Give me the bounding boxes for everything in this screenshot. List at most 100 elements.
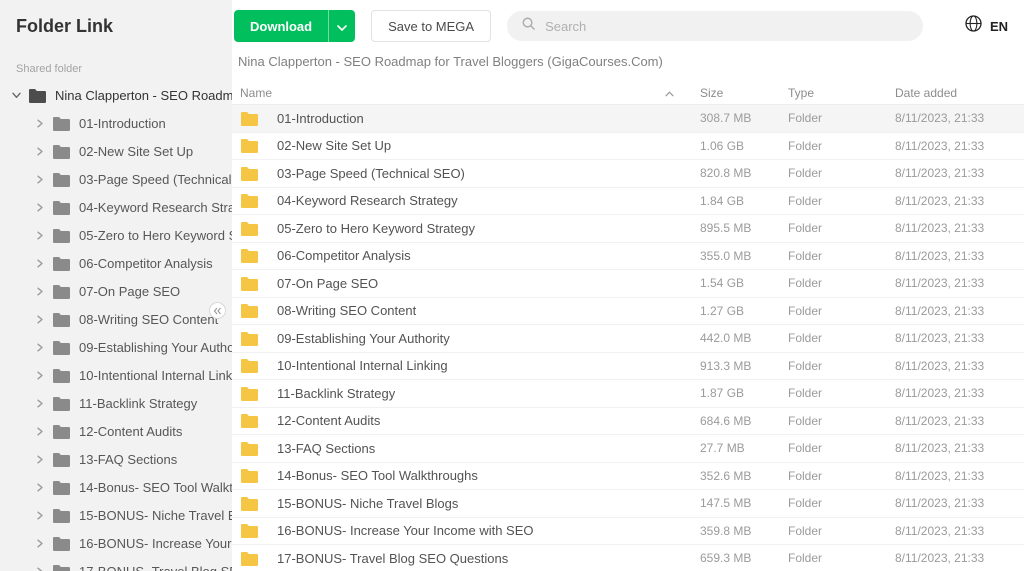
row-size: 1.27 GB — [700, 303, 745, 318]
sidebar-folder-item[interactable]: 12-Content Audits — [0, 417, 232, 445]
sidebar-folder-item[interactable]: 02-New Site Set Up — [0, 137, 232, 165]
row-folder-name[interactable]: 03-Page Speed (Technical SEO) — [277, 166, 465, 181]
table-row[interactable]: 11-Backlink Strategy 1.87 GB Folder 8/11/20… — [232, 380, 1024, 408]
sidebar-folder-item[interactable]: 10-Intentional Internal Linking — [0, 361, 232, 389]
column-header-date[interactable]: Date added — [895, 86, 1024, 100]
row-type: Folder — [788, 551, 823, 566]
row-size: 355.0 MB — [700, 248, 752, 263]
sidebar-folder-item[interactable]: 17-BONUS- Travel Blog SEO Questions — [0, 557, 232, 571]
row-folder-name[interactable]: 07-On Page SEO — [277, 276, 378, 291]
row-folder-name[interactable]: 16-BONUS- Increase Your Income with SEO — [277, 523, 534, 538]
sidebar-collapse-button[interactable] — [209, 302, 226, 319]
language-selector[interactable]: EN — [964, 14, 1008, 38]
sidebar-folder-item[interactable]: 04-Keyword Research Strategy — [0, 193, 232, 221]
sidebar-folder-item[interactable]: 03-Page Speed (Technical SEO) — [0, 165, 232, 193]
chevron-right-icon[interactable] — [36, 483, 52, 492]
table-row[interactable]: 05-Zero to Hero Keyword Strategy 895.5 MB… — [232, 215, 1024, 243]
row-date: 8/11/2023, 21:33 — [895, 358, 985, 373]
table-row[interactable]: 03-Page Speed (Technical SEO) 820.8 MB Fol… — [232, 160, 1024, 188]
row-folder-name[interactable]: 05-Zero to Hero Keyword Strategy — [277, 221, 475, 236]
sidebar-folder-item[interactable]: 09-Establishing Your Authority — [0, 333, 232, 361]
breadcrumb: Nina Clapperton - SEO Roadmap for Travel… — [238, 54, 663, 69]
sidebar-folder-item[interactable]: 16-BONUS- Increase Your Income with SEO — [0, 529, 232, 557]
table-row[interactable]: 07-On Page SEO 1.54 GB Folder 8/11/2023, 21… — [232, 270, 1024, 298]
download-button[interactable]: Download — [234, 10, 329, 42]
row-folder-name[interactable]: 17-BONUS- Travel Blog SEO Questions — [277, 551, 508, 566]
sidebar-folder-item[interactable]: 01-Introduction — [0, 109, 232, 137]
chevron-right-icon[interactable] — [36, 287, 52, 296]
row-folder-name[interactable]: 11-Backlink Strategy — [277, 386, 395, 401]
row-folder-name[interactable]: 12-Content Audits — [277, 413, 380, 428]
row-folder-name[interactable]: 06-Competitor Analysis — [277, 248, 411, 263]
column-header-name[interactable]: Name — [240, 86, 700, 100]
row-folder-name[interactable]: 14-Bonus- SEO Tool Walkthroughs — [277, 468, 478, 483]
row-folder-name[interactable]: 09-Establishing Your Authority — [277, 331, 450, 346]
sidebar-folder-item[interactable]: 13-FAQ Sections — [0, 445, 232, 473]
row-name-cell: 17-BONUS- Travel Blog SEO Questions — [240, 551, 700, 566]
tree-root-folder[interactable]: Nina Clapperton - SEO Roadmap for Travel… — [0, 81, 232, 109]
row-folder-name[interactable]: 04-Keyword Research Strategy — [277, 193, 458, 208]
chevron-right-icon[interactable] — [36, 343, 52, 352]
chevron-right-icon[interactable] — [36, 427, 52, 436]
row-type: Folder — [788, 248, 823, 263]
sidebar-folder-item[interactable]: 05-Zero to Hero Keyword Strategy — [0, 221, 232, 249]
row-name-cell: 02-New Site Set Up — [240, 138, 700, 154]
chevron-down-icon[interactable] — [12, 92, 28, 99]
table-row[interactable]: 06-Competitor Analysis 355.0 MB Folder 8/11… — [232, 243, 1024, 270]
row-name-cell: 08-Writing SEO Content — [240, 303, 700, 319]
save-to-mega-button[interactable]: Save to MEGA — [371, 10, 492, 42]
sidebar-folder-item[interactable]: 08-Writing SEO Content — [0, 305, 232, 333]
chevron-right-icon[interactable] — [36, 455, 52, 464]
table-row[interactable]: 10-Intentional Internal Linking 913.3 MB F… — [232, 353, 1024, 380]
sidebar-folder-label: 14-Bonus- SEO Tool Walkthroughs — [79, 479, 232, 495]
download-options-button[interactable] — [328, 10, 356, 42]
sidebar-folder-item[interactable]: 15-BONUS- Niche Travel Blogs — [0, 501, 232, 529]
row-folder-name[interactable]: 01-Introduction — [277, 111, 364, 126]
table-row[interactable]: 08-Writing SEO Content 1.27 GB Folder 8/11/… — [232, 298, 1024, 325]
row-folder-name[interactable]: 08-Writing SEO Content — [277, 303, 416, 318]
chevron-right-icon[interactable] — [36, 315, 52, 324]
row-folder-name[interactable]: 13-FAQ Sections — [277, 441, 375, 456]
sidebar-folder-item[interactable]: 11-Backlink Strategy — [0, 389, 232, 417]
search-bar[interactable] — [507, 11, 924, 41]
table-row[interactable]: 02-New Site Set Up 1.06 GB Folder 8/11/2023… — [232, 133, 1024, 160]
sidebar-folder-item[interactable]: 06-Competitor Analysis — [0, 249, 232, 277]
table-row[interactable]: 17-BONUS- Travel Blog SEO Questions 659.3… — [232, 545, 1024, 571]
row-folder-name[interactable]: 10-Intentional Internal Linking — [277, 358, 448, 373]
folder-icon — [240, 386, 259, 401]
row-date: 8/11/2023, 21:33 — [895, 413, 985, 428]
table-row[interactable]: 13-FAQ Sections 27.7 MB Folder 8/11/2023, 2… — [232, 435, 1024, 463]
chevron-right-icon[interactable] — [36, 539, 52, 548]
row-folder-name[interactable]: 02-New Site Set Up — [277, 138, 391, 153]
folder-icon — [240, 303, 259, 319]
row-size: 147.5 MB — [700, 496, 752, 511]
table-row[interactable]: 09-Establishing Your Authority 442.0 MB Fo… — [232, 325, 1024, 353]
chevron-right-icon[interactable] — [36, 511, 52, 520]
chevron-right-icon[interactable] — [36, 203, 52, 212]
column-header-size[interactable]: Size — [700, 86, 788, 100]
row-name-cell: 14-Bonus- SEO Tool Walkthroughs — [240, 468, 700, 484]
chevron-right-icon[interactable] — [36, 231, 52, 240]
chevron-right-icon[interactable] — [36, 371, 52, 380]
table-row[interactable]: 01-Introduction 308.7 MB Folder 8/11/2023, … — [232, 105, 1024, 133]
row-folder-name[interactable]: 15-BONUS- Niche Travel Blogs — [277, 496, 458, 511]
chevron-right-icon[interactable] — [36, 119, 52, 128]
table-row[interactable]: 15-BONUS- Niche Travel Blogs 147.5 MB Fold… — [232, 490, 1024, 518]
sidebar-folder-item[interactable]: 07-On Page SEO — [0, 277, 232, 305]
search-input[interactable] — [545, 18, 910, 34]
table-row[interactable]: 04-Keyword Research Strategy 1.84 GB Folde… — [232, 188, 1024, 215]
chevron-right-icon[interactable] — [36, 259, 52, 268]
row-size: 359.8 MB — [700, 523, 752, 538]
chevron-right-icon[interactable] — [36, 567, 52, 571]
table-row[interactable]: 12-Content Audits 684.6 MB Folder 8/11/2023… — [232, 408, 1024, 435]
table-row[interactable]: 16-BONUS- Increase Your Income with SEO 3… — [232, 518, 1024, 545]
chevron-right-icon[interactable] — [36, 147, 52, 156]
chevron-right-icon[interactable] — [36, 399, 52, 408]
table-row[interactable]: 14-Bonus- SEO Tool Walkthroughs 352.6 MB F… — [232, 463, 1024, 490]
folder-icon — [240, 331, 259, 346]
column-header-type[interactable]: Type — [788, 86, 895, 100]
folder-icon — [52, 312, 71, 327]
chevron-right-icon[interactable] — [36, 175, 52, 184]
mega-folder-link-app: Folder Link Shared folder Nina Clapperto… — [0, 0, 1024, 571]
sidebar-folder-item[interactable]: 14-Bonus- SEO Tool Walkthroughs — [0, 473, 232, 501]
